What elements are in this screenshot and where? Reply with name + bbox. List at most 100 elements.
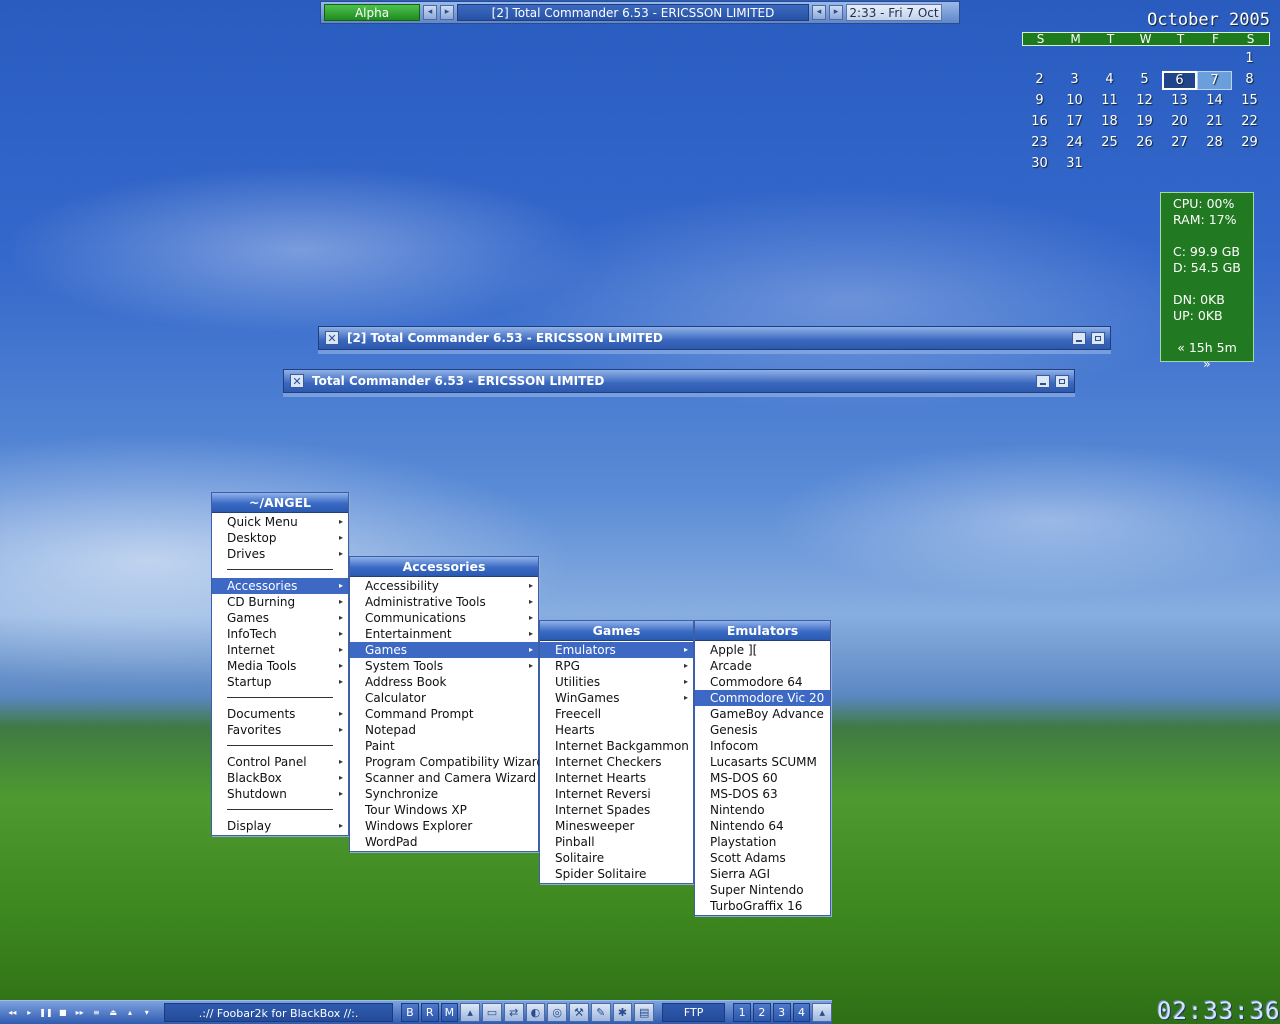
menu-item-games[interactable]: Games ▸ <box>212 610 348 626</box>
menu-item-solitaire[interactable]: Solitaire <box>540 850 693 866</box>
workspace-1-button[interactable]: 1 <box>733 1003 751 1022</box>
bug-icon[interactable]: ✱ <box>612 1003 633 1022</box>
workspace-4-button[interactable]: 4 <box>792 1003 811 1022</box>
minimize-icon[interactable] <box>1036 374 1050 388</box>
calendar-day[interactable]: 8 <box>1232 70 1267 91</box>
window-titlebar-1[interactable]: ✕ [2] Total Commander 6.53 - ERICSSON LI… <box>318 326 1111 350</box>
wrench-icon[interactable]: ✎ <box>590 1003 611 1022</box>
slit-button-b[interactable]: B <box>400 1003 419 1022</box>
menu-item-commodore-64[interactable]: Commodore 64 <box>695 674 830 690</box>
menu-item-accessories[interactable]: Accessories ▸ <box>212 578 348 594</box>
play-icon[interactable]: ▸ <box>22 1004 37 1022</box>
menu-item-administrative-tools[interactable]: Administrative Tools ▸ <box>350 594 538 610</box>
menu-item-cd-burning[interactable]: CD Burning ▸ <box>212 594 348 610</box>
close-icon[interactable]: ✕ <box>290 374 304 388</box>
menu-item-sierra-agi[interactable]: Sierra AGI <box>695 866 830 882</box>
menu-item-desktop[interactable]: Desktop ▸ <box>212 530 348 546</box>
calendar-day[interactable]: 11 <box>1092 91 1127 112</box>
menu-item-scott-adams[interactable]: Scott Adams <box>695 850 830 866</box>
menu-item-program-compatibility-wizard[interactable]: Program Compatibility Wizard <box>350 754 544 770</box>
menu-item-playstation[interactable]: Playstation <box>695 834 830 850</box>
eject-icon[interactable]: ⏏ <box>106 1004 121 1022</box>
menu-item-paint[interactable]: Paint <box>350 738 538 754</box>
menu-item-internet-backgammon[interactable]: Internet Backgammon <box>540 738 693 754</box>
menu-item-shutdown[interactable]: Shutdown ▸ <box>212 786 348 802</box>
menu-item-turbograffix-16[interactable]: TurboGraffix 16 <box>695 898 830 914</box>
window-titlebar-2[interactable]: ✕ Total Commander 6.53 - ERICSSON LIMITE… <box>283 369 1075 393</box>
calendar-day[interactable]: 2 <box>1022 70 1057 91</box>
workspace-next-button[interactable]: ▸ <box>440 5 454 20</box>
current-task-label[interactable]: [2] Total Commander 6.53 - ERICSSON LIMI… <box>457 4 809 21</box>
stop-icon[interactable]: ■ <box>55 1004 70 1022</box>
menu-item-emulators[interactable]: Emulators ▸ <box>540 642 693 658</box>
menu-item-blackbox[interactable]: BlackBox ▸ <box>212 770 348 786</box>
menu-item-genesis[interactable]: Genesis <box>695 722 830 738</box>
menu-item-communications[interactable]: Communications ▸ <box>350 610 538 626</box>
menu-item-internet-spades[interactable]: Internet Spades <box>540 802 693 818</box>
menu-item-address-book[interactable]: Address Book <box>350 674 538 690</box>
calendar-day[interactable]: 24 <box>1057 133 1092 154</box>
menu-item-display[interactable]: Display ▸ <box>212 818 348 834</box>
calendar-day[interactable]: 28 <box>1197 133 1232 154</box>
slit-button-r[interactable]: R <box>420 1003 439 1022</box>
slit-button-m[interactable]: M <box>440 1003 459 1022</box>
menu-item-nintendo-64[interactable]: Nintendo 64 <box>695 818 830 834</box>
menu-item-nintendo[interactable]: Nintendo <box>695 802 830 818</box>
maximize-icon[interactable] <box>1055 374 1069 388</box>
previous-track-icon[interactable]: ◂◂ <box>5 1004 20 1022</box>
workspace-2-button[interactable]: 2 <box>752 1003 771 1022</box>
collapse-up-icon[interactable]: ▴ <box>460 1003 481 1022</box>
menu-item-wordpad[interactable]: WordPad <box>350 834 538 850</box>
menu-item-super-nintendo[interactable]: Super Nintendo <box>695 882 830 898</box>
calendar-day-selected[interactable]: 7 <box>1197 71 1232 90</box>
menu-item-rpg[interactable]: RPG ▸ <box>540 658 693 674</box>
menu-item-gameboy-advance[interactable]: GameBoy Advance <box>695 706 830 722</box>
menu-item-utilities[interactable]: Utilities ▸ <box>540 674 693 690</box>
now-playing-label[interactable]: .:// Foobar2k for BlackBox //:. <box>164 1003 393 1022</box>
task-next-button[interactable]: ▸ <box>829 5 843 20</box>
calendar-day[interactable]: 5 <box>1127 70 1162 91</box>
calendar-day[interactable]: 25 <box>1092 133 1127 154</box>
menu-item-ms-dos-60[interactable]: MS-DOS 60 <box>695 770 830 786</box>
calendar-day[interactable]: 3 <box>1057 70 1092 91</box>
menu-item-media-tools[interactable]: Media Tools ▸ <box>212 658 348 674</box>
calendar-day[interactable]: 23 <box>1022 133 1057 154</box>
calendar-day[interactable]: 31 <box>1057 154 1092 175</box>
minimize-icon[interactable] <box>1072 331 1086 345</box>
menu-item-ms-dos-63[interactable]: MS-DOS 63 <box>695 786 830 802</box>
ftp-button[interactable]: FTP <box>662 1003 726 1022</box>
calendar-day[interactable]: 18 <box>1092 112 1127 133</box>
calendar-day[interactable]: 22 <box>1232 112 1267 133</box>
tools-icon[interactable]: ⚒ <box>569 1003 589 1022</box>
calendar-day[interactable]: 26 <box>1127 133 1162 154</box>
menu-item-minesweeper[interactable]: Minesweeper <box>540 818 693 834</box>
menu-item-drives[interactable]: Drives ▸ <box>212 546 348 562</box>
menu-item-notepad[interactable]: Notepad <box>350 722 538 738</box>
menu-item-documents[interactable]: Documents ▸ <box>212 706 348 722</box>
calendar-day[interactable]: 13 <box>1162 91 1197 112</box>
menu-item-wingames[interactable]: WinGames ▸ <box>540 690 693 706</box>
cd-icon[interactable]: ◎ <box>547 1003 568 1022</box>
workspace-3-button[interactable]: 3 <box>772 1003 791 1022</box>
calendar-day[interactable]: 12 <box>1127 91 1162 112</box>
menu-item-arcade[interactable]: Arcade <box>695 658 830 674</box>
menu-item-synchronize[interactable]: Synchronize <box>350 786 538 802</box>
menu-item-commodore-vic-20[interactable]: Commodore Vic 20 <box>695 690 830 706</box>
network-icon[interactable]: ⇄ <box>503 1003 524 1022</box>
calendar-day[interactable]: 16 <box>1022 112 1057 133</box>
menu-item-quick-menu[interactable]: Quick Menu ▸ <box>212 514 348 530</box>
menu-item-control-panel[interactable]: Control Panel ▸ <box>212 754 348 770</box>
calendar-day-today[interactable]: 6 <box>1162 71 1197 90</box>
menu-item-favorites[interactable]: Favorites ▸ <box>212 722 348 738</box>
toolbar-clock[interactable]: 2:33 - Fri 7 Oct <box>846 4 942 21</box>
calendar-day[interactable]: 1 <box>1232 49 1267 70</box>
pause-icon[interactable]: ❚❚ <box>39 1004 54 1022</box>
calendar-day[interactable]: 4 <box>1092 70 1127 91</box>
menu-item-accessibility[interactable]: Accessibility ▸ <box>350 578 538 594</box>
menu-item-command-prompt[interactable]: Command Prompt <box>350 706 538 722</box>
disk-drive-icon[interactable]: ▭ <box>482 1003 502 1022</box>
calendar-day[interactable]: 9 <box>1022 91 1057 112</box>
notepad-icon[interactable]: ▤ <box>634 1003 655 1022</box>
menu-item-scanner-and-camera-wizard[interactable]: Scanner and Camera Wizard <box>350 770 538 786</box>
menu-item-hearts[interactable]: Hearts <box>540 722 693 738</box>
